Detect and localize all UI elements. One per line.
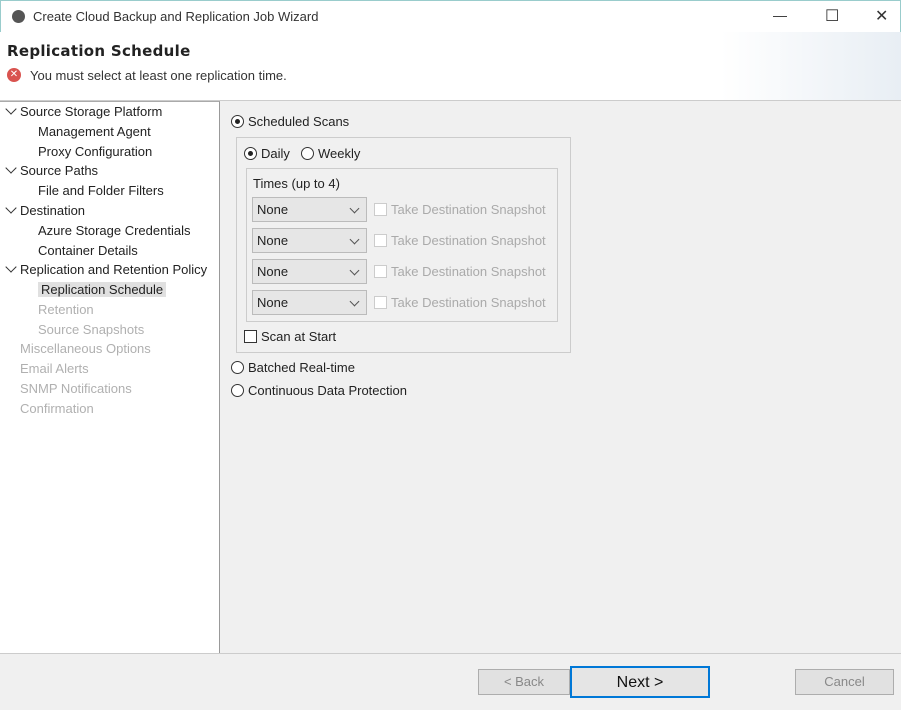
chevron-down-icon[interactable]: [5, 162, 17, 174]
tree-item-label: Replication Schedule: [38, 282, 167, 297]
radio-icon: [301, 147, 314, 160]
scheduled-scans-label: Scheduled Scans: [248, 114, 350, 129]
page-title: Replication Schedule: [7, 42, 191, 60]
weekly-label: Weekly: [318, 146, 361, 161]
radio-icon: [231, 384, 244, 397]
chevron-down-icon[interactable]: [5, 202, 17, 214]
footer-divider: [0, 653, 901, 654]
batched-realtime-radio[interactable]: Batched Real-time: [231, 360, 355, 375]
tree-item[interactable]: Replication and Retention Policy: [20, 261, 207, 279]
take-snapshot-checkbox: Take Destination Snapshot: [374, 202, 546, 217]
tree-item-label: Replication and Retention Policy: [20, 262, 208, 277]
cdp-radio[interactable]: Continuous Data Protection: [231, 383, 407, 398]
time-dropdown[interactable]: None: [252, 228, 367, 253]
tree-item-label: SNMP Notifications: [20, 381, 132, 396]
batched-label: Batched Real-time: [248, 360, 355, 375]
back-button[interactable]: < Back: [478, 669, 570, 695]
take-snapshot-label: Take Destination Snapshot: [391, 233, 546, 248]
tree-item: Miscellaneous Options: [20, 340, 151, 358]
take-snapshot-label: Take Destination Snapshot: [391, 264, 546, 279]
tree-item[interactable]: Source Paths: [20, 162, 98, 180]
next-button[interactable]: Next >: [570, 666, 710, 698]
tree-item: Retention: [38, 301, 94, 319]
tree-item: SNMP Notifications: [20, 380, 132, 398]
chevron-down-icon[interactable]: [5, 261, 17, 273]
minimize-button[interactable]: —: [773, 7, 787, 23]
time-dropdown[interactable]: None: [252, 197, 367, 222]
tree-item: Email Alerts: [20, 360, 89, 378]
tree-item[interactable]: Replication Schedule: [38, 281, 167, 299]
tree-item-label: File and Folder Filters: [38, 183, 164, 198]
wizard-steps-tree: Source Storage Platform Management Agent P…: [0, 101, 220, 653]
cancel-button[interactable]: Cancel: [795, 669, 894, 695]
wizard-header: Replication Schedule ✕ You must select a…: [0, 32, 901, 101]
take-snapshot-label: Take Destination Snapshot: [391, 202, 546, 217]
weekly-radio[interactable]: Weekly: [301, 146, 360, 161]
time-dropdown[interactable]: None: [252, 290, 367, 315]
tree-item-label: Azure Storage Credentials: [38, 223, 191, 238]
daily-radio[interactable]: Daily: [244, 146, 290, 161]
checkbox-icon: [374, 265, 387, 278]
scan-at-start-checkbox[interactable]: Scan at Start: [244, 329, 336, 344]
chevron-down-icon[interactable]: [5, 103, 17, 115]
tree-item[interactable]: Proxy Configuration: [38, 143, 152, 161]
app-icon: [12, 10, 25, 23]
tree-item-label: Email Alerts: [20, 361, 89, 376]
tree-item-label: Destination: [20, 203, 86, 218]
tree-item-label: Proxy Configuration: [38, 144, 153, 159]
tree-item-label: Miscellaneous Options: [20, 341, 151, 356]
tree-item[interactable]: File and Folder Filters: [38, 182, 164, 200]
tree-item-label: Source Storage Platform: [20, 104, 163, 119]
tree-item-label: Management Agent: [38, 124, 151, 139]
scheduled-scans-radio[interactable]: Scheduled Scans: [231, 114, 349, 129]
tree-item: Source Snapshots: [38, 321, 144, 339]
daily-label: Daily: [261, 146, 290, 161]
checkbox-icon: [374, 296, 387, 309]
close-button[interactable]: ✕: [875, 6, 888, 26]
times-label: Times (up to 4): [253, 176, 340, 191]
take-snapshot-label: Take Destination Snapshot: [391, 295, 546, 310]
tree-item-label: Confirmation: [20, 401, 94, 416]
cdp-label: Continuous Data Protection: [248, 383, 407, 398]
error-icon: ✕: [7, 68, 21, 82]
tree-item[interactable]: Container Details: [38, 242, 138, 260]
tree-item: Confirmation: [20, 400, 94, 418]
radio-icon: [244, 147, 257, 160]
checkbox-icon: [244, 330, 257, 343]
window-title: Create Cloud Backup and Replication Job …: [33, 9, 319, 24]
time-dropdown[interactable]: None: [252, 259, 367, 284]
tree-item[interactable]: Azure Storage Credentials: [38, 222, 190, 240]
tree-item[interactable]: Management Agent: [38, 123, 151, 141]
maximize-button[interactable]: ☐: [825, 6, 839, 26]
radio-icon: [231, 361, 244, 374]
tree-item[interactable]: Source Storage Platform: [20, 103, 162, 121]
title-bar: Create Cloud Backup and Replication Job …: [0, 0, 901, 32]
tree-item-label: Source Snapshots: [38, 322, 145, 337]
error-message: You must select at least one replication…: [30, 68, 287, 83]
checkbox-icon: [374, 234, 387, 247]
tree-item-label: Source Paths: [20, 163, 99, 178]
tree-item-label: Container Details: [38, 243, 138, 258]
take-snapshot-checkbox: Take Destination Snapshot: [374, 233, 546, 248]
take-snapshot-checkbox: Take Destination Snapshot: [374, 295, 546, 310]
checkbox-icon: [374, 203, 387, 216]
scan-at-start-label: Scan at Start: [261, 329, 337, 344]
tree-item[interactable]: Destination: [20, 202, 85, 220]
take-snapshot-checkbox: Take Destination Snapshot: [374, 264, 546, 279]
tree-item-label: Retention: [38, 302, 94, 317]
radio-icon: [231, 115, 244, 128]
